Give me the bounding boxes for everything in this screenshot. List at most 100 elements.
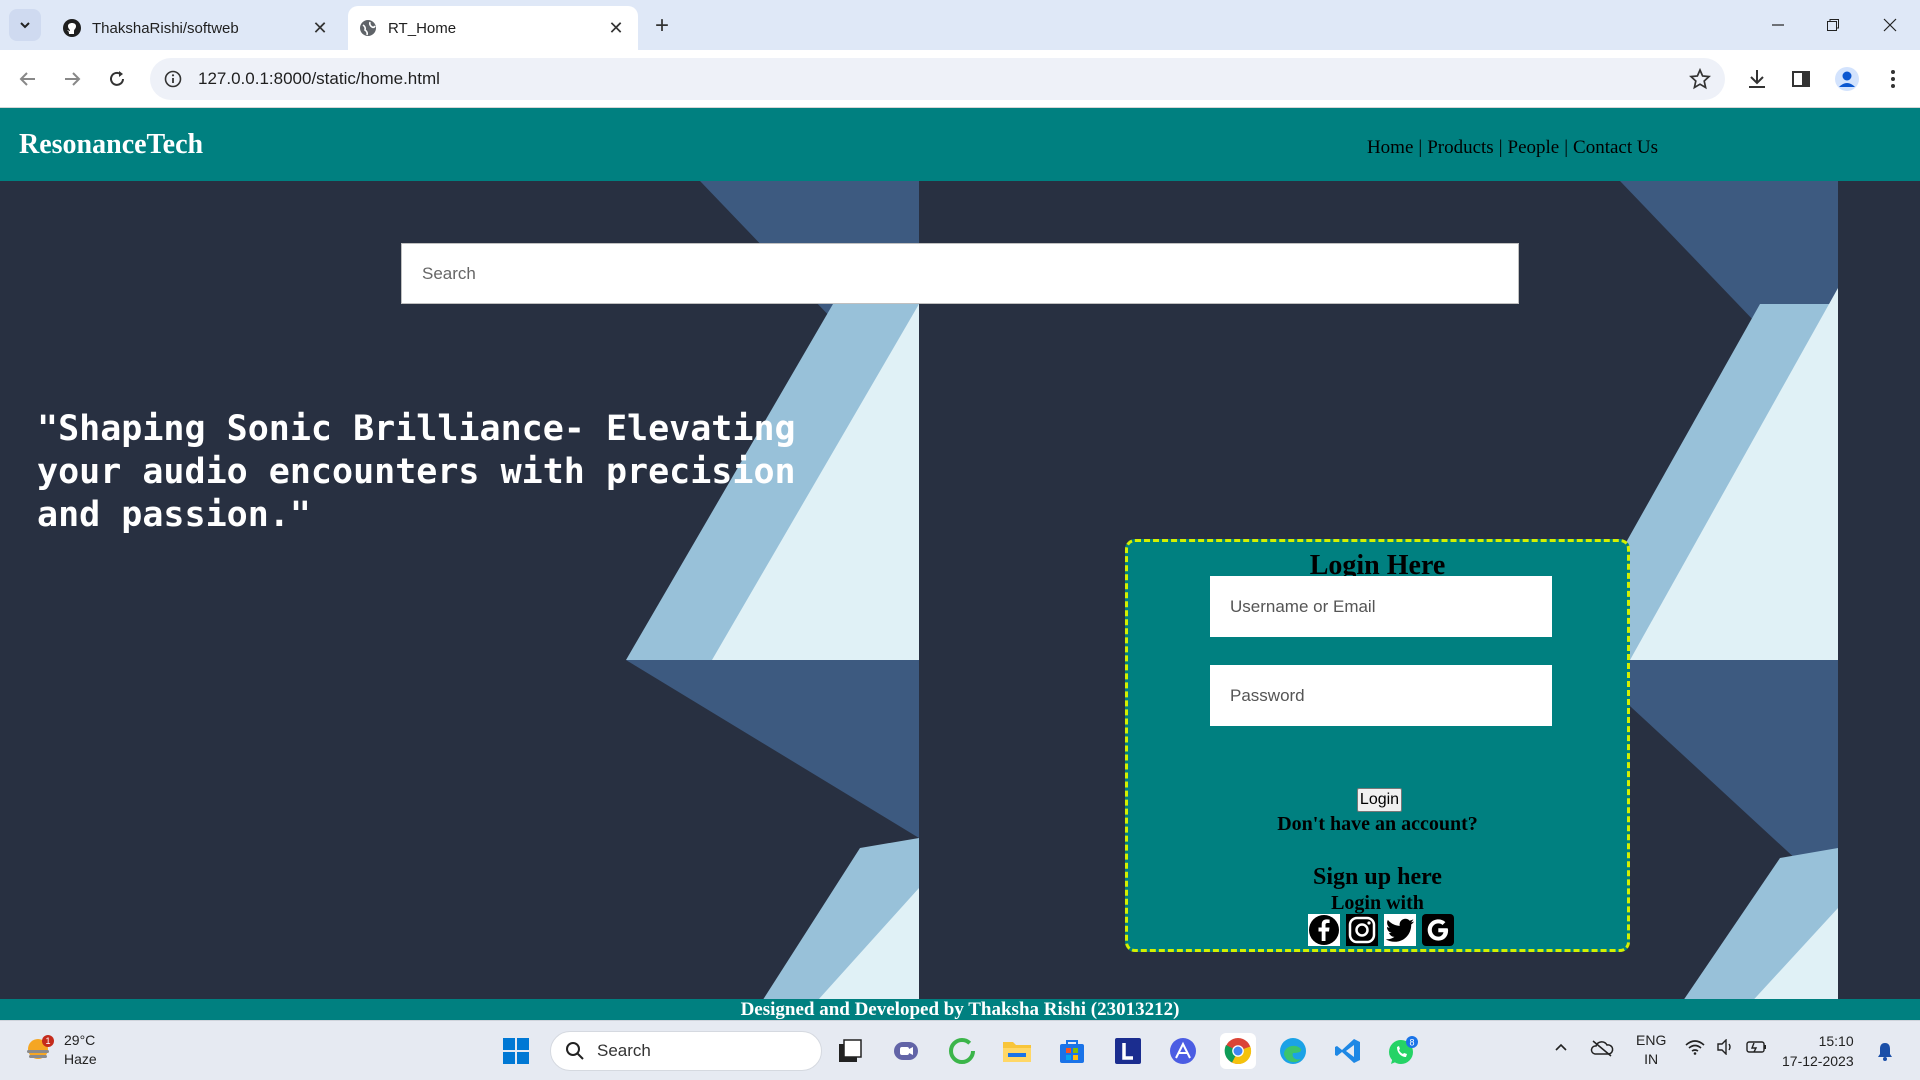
site-info-icon[interactable]	[162, 68, 184, 90]
chevron-down-icon	[20, 22, 30, 29]
onedrive-offline-icon[interactable]	[1590, 1039, 1614, 1060]
teams-chat-icon	[894, 1042, 918, 1060]
address-bar[interactable]: 127.0.0.1:8000/static/home.html	[150, 58, 1725, 100]
tab-title: ThakshaRishi/softweb	[92, 19, 239, 37]
social-login	[1308, 914, 1454, 946]
clock-time: 15:10	[1818, 1033, 1854, 1049]
new-tab-button[interactable]: +	[648, 12, 676, 40]
facebook-icon[interactable]	[1308, 914, 1340, 946]
reload-icon	[110, 71, 124, 86]
username-field[interactable]	[1210, 576, 1552, 637]
whatsapp-button[interactable]: 8	[1385, 1033, 1421, 1069]
restore-button[interactable]	[1813, 8, 1853, 42]
search-icon	[566, 1042, 584, 1060]
nav-home-link[interactable]: Home	[1367, 137, 1413, 158]
whatsapp-badge: 8	[1409, 1038, 1414, 1048]
folder-icon	[1003, 1042, 1031, 1062]
google-icon[interactable]	[1422, 914, 1454, 946]
notification-bell-icon[interactable]	[1876, 1041, 1894, 1064]
store-button[interactable]	[1054, 1033, 1090, 1069]
github-icon	[62, 18, 82, 38]
url-text: 127.0.0.1:8000/static/home.html	[198, 69, 440, 88]
avatar-icon	[1835, 67, 1859, 91]
profile-button[interactable]	[1832, 64, 1862, 94]
download-icon	[1749, 70, 1765, 88]
task-view-button[interactable]	[832, 1033, 868, 1069]
nav-separator: |	[1498, 137, 1503, 158]
hero-tagline: "Shaping Sonic Brilliance- Elevating you…	[37, 409, 796, 535]
close-tab-icon[interactable]: ✕	[308, 16, 332, 40]
more-vert-icon	[1891, 70, 1895, 88]
tab-title: RT_Home	[388, 19, 457, 37]
whatsapp-icon: 8	[1389, 1036, 1418, 1064]
vpn-app-button[interactable]	[1165, 1033, 1201, 1069]
taskbar-search-label: Search	[597, 1041, 651, 1060]
nav-separator: |	[1564, 137, 1569, 158]
l-app-button[interactable]	[1110, 1033, 1146, 1069]
login-button[interactable]: Login	[1357, 788, 1402, 812]
minimize-icon	[1772, 24, 1784, 26]
nav-contact-link[interactable]: Contact Us	[1573, 137, 1658, 158]
battery-icon[interactable]	[1746, 1039, 1768, 1058]
weather-temp: 29°C	[64, 1032, 96, 1048]
green-circle-icon	[949, 1038, 975, 1064]
l-app-icon	[1115, 1038, 1141, 1064]
forward-button[interactable]	[56, 63, 88, 95]
twitter-icon[interactable]	[1384, 914, 1416, 946]
chrome-button[interactable]	[1220, 1033, 1256, 1069]
close-icon	[1883, 18, 1897, 32]
tab-github[interactable]: ThakshaRishi/softweb ✕	[52, 6, 342, 50]
nav-products-link[interactable]: Products	[1427, 137, 1494, 158]
instagram-icon[interactable]	[1346, 914, 1378, 946]
weather-alert-badge: 1	[45, 1036, 50, 1046]
clock-date: 17-12-2023	[1782, 1053, 1854, 1069]
bookmark-star-icon[interactable]	[1689, 67, 1711, 95]
teams-button[interactable]	[888, 1033, 924, 1069]
file-explorer-button[interactable]	[999, 1033, 1035, 1069]
windows-icon	[503, 1038, 529, 1064]
weather-desc: Haze	[64, 1051, 97, 1067]
no-account-text: Don't have an account?	[1277, 813, 1478, 835]
vscode-button[interactable]	[1330, 1033, 1366, 1069]
windows-taskbar: 1 29°C Haze Search 8 ENG IN 15:10 17-12-…	[0, 1020, 1920, 1080]
nav-people-link[interactable]: People	[1508, 137, 1560, 158]
signup-link[interactable]: Sign up here	[1128, 864, 1627, 891]
side-panel-icon	[1792, 71, 1810, 87]
vpn-icon	[1170, 1038, 1196, 1064]
back-button[interactable]	[12, 63, 44, 95]
web-page: ResonanceTech Home | Products | People | Conta…	[0, 108, 1920, 1020]
reload-button[interactable]	[101, 63, 133, 95]
menu-button[interactable]	[1878, 64, 1908, 94]
tab-rt-home[interactable]: RT_Home ✕	[348, 6, 638, 50]
store-icon	[1060, 1040, 1084, 1063]
close-tab-icon[interactable]: ✕	[604, 16, 628, 40]
minimize-button[interactable]	[1758, 8, 1798, 42]
globe-icon	[358, 18, 378, 38]
lang-bottom: IN	[1644, 1051, 1659, 1067]
wifi-icon[interactable]	[1685, 1039, 1705, 1058]
tab-search-button[interactable]	[9, 9, 41, 41]
brand-logo[interactable]: ResonanceTech	[19, 129, 203, 161]
haze-sun-icon: 1	[27, 1035, 54, 1059]
tab-strip: ThakshaRishi/softweb ✕ RT_Home ✕ +	[0, 0, 1920, 50]
refresh-app-button[interactable]	[944, 1033, 980, 1069]
nav-separator: |	[1418, 137, 1423, 158]
tray-overflow-icon[interactable]	[1553, 1039, 1569, 1058]
main-nav: Home | Products | People | Contact Us	[1367, 137, 1658, 159]
language-indicator[interactable]: ENG IN	[1636, 1031, 1666, 1069]
close-window-button[interactable]	[1870, 8, 1910, 42]
search-input[interactable]	[401, 243, 1519, 304]
login-form: Login Here Login Don't have an account? …	[1125, 539, 1630, 952]
side-panel-button[interactable]	[1786, 64, 1816, 94]
restore-icon	[1827, 19, 1839, 31]
edge-button[interactable]	[1275, 1033, 1311, 1069]
browser-toolbar: 127.0.0.1:8000/static/home.html	[0, 50, 1920, 108]
password-field[interactable]	[1210, 665, 1552, 726]
system-clock[interactable]: 15:10 17-12-2023	[1782, 1031, 1854, 1071]
task-view-icon	[839, 1039, 862, 1062]
taskbar-search[interactable]: Search	[550, 1031, 822, 1071]
start-button[interactable]	[498, 1033, 534, 1069]
download-button[interactable]	[1742, 64, 1772, 94]
weather-widget[interactable]: 1 29°C Haze	[24, 1031, 97, 1069]
volume-icon[interactable]	[1716, 1038, 1736, 1058]
